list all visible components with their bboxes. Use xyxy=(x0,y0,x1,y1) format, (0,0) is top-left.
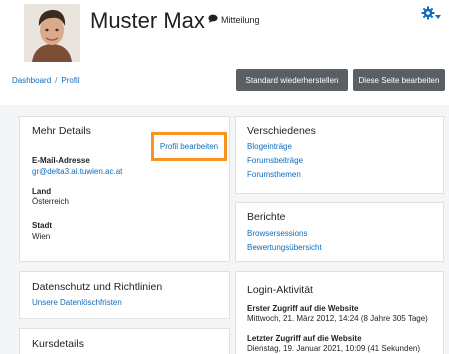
more-details-title: Mehr Details xyxy=(32,125,91,137)
reset-default-button[interactable]: Standard wiederherstellen xyxy=(236,69,348,91)
last-access-value: Dienstag, 19. Januar 2021, 10:09 (41 Sek… xyxy=(247,344,421,353)
last-access-label: Letzter Zugriff auf die Website xyxy=(247,334,362,343)
gear-icon xyxy=(421,6,435,25)
misc-title: Verschiedenes xyxy=(247,125,316,137)
email-label: E-Mail-Adresse xyxy=(32,156,90,165)
browser-sessions-link[interactable]: Browsersessions xyxy=(247,229,307,238)
city-label: Stadt xyxy=(32,221,52,230)
edit-profile-link[interactable]: Profil bearbeiten xyxy=(151,132,227,161)
breadcrumb-dashboard[interactable]: Dashboard xyxy=(12,76,51,85)
forum-topics-link[interactable]: Forumsthemen xyxy=(247,170,301,179)
message-button[interactable]: Mitteilung xyxy=(208,14,260,25)
country-value: Österreich xyxy=(32,197,69,206)
grades-overview-link[interactable]: Bewertungsübersicht xyxy=(247,243,322,252)
first-access-value: Mittwoch, 21. März 2012, 14:24 (8 Jahre … xyxy=(247,314,428,323)
reports-title: Berichte xyxy=(247,211,286,223)
first-access-label: Erster Zugriff auf die Website xyxy=(247,304,359,313)
city-value: Wien xyxy=(32,232,51,241)
privacy-title: Datenschutz und Richtlinien xyxy=(32,281,163,293)
country-label: Land xyxy=(32,187,52,196)
avatar xyxy=(24,4,80,62)
breadcrumb: Dashboard / Profil xyxy=(12,76,80,85)
email-link[interactable]: gr@delta3.ai.tuwien.ac.at xyxy=(32,167,122,176)
edit-page-button[interactable]: Diese Seite bearbeiten xyxy=(353,69,445,91)
forum-posts-link[interactable]: Forumsbeiträge xyxy=(247,156,303,165)
login-activity-title: Login-Aktivität xyxy=(247,284,313,296)
breadcrumb-profile[interactable]: Profil xyxy=(61,76,79,85)
data-retention-link[interactable]: Unsere Datenlöschfristen xyxy=(32,298,122,307)
speech-bubble-icon xyxy=(208,14,218,25)
course-details-title: Kursdetails xyxy=(32,338,84,350)
user-name: Muster Max xyxy=(90,8,205,33)
breadcrumb-separator: / xyxy=(55,76,58,85)
chevron-down-icon xyxy=(435,6,441,24)
message-label: Mitteilung xyxy=(221,14,260,25)
privacy-card xyxy=(19,271,230,319)
settings-menu-button[interactable] xyxy=(421,6,443,25)
blog-entries-link[interactable]: Blogeinträge xyxy=(247,142,292,151)
